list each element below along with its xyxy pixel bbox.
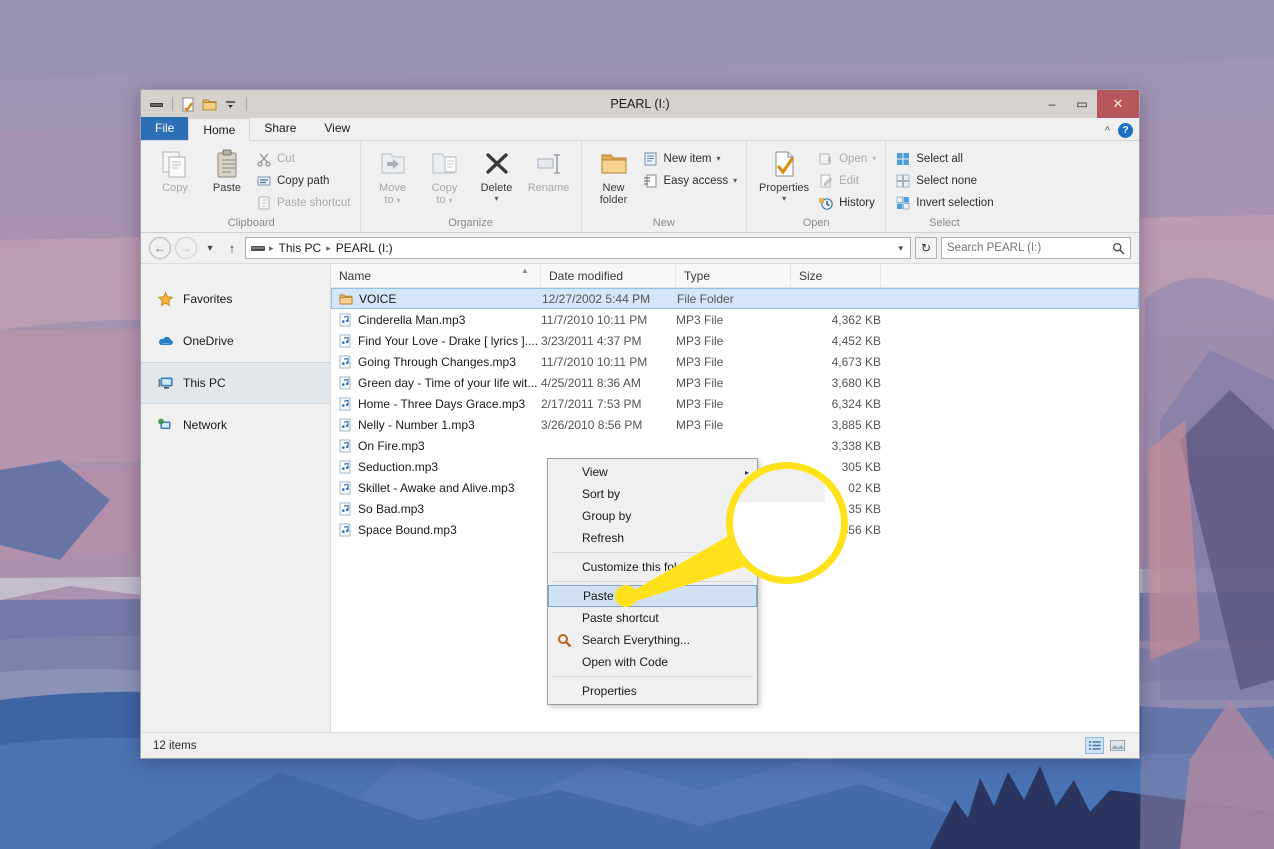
magnifier-content: Customize this folder.... Paste Paste sh…	[733, 469, 825, 503]
callout-connector	[615, 528, 766, 607]
magnified-item-paste-shortcut: Paste shortcut	[733, 469, 825, 502]
magnifier-callout: Customize this folder.... Paste Paste sh…	[726, 462, 848, 584]
